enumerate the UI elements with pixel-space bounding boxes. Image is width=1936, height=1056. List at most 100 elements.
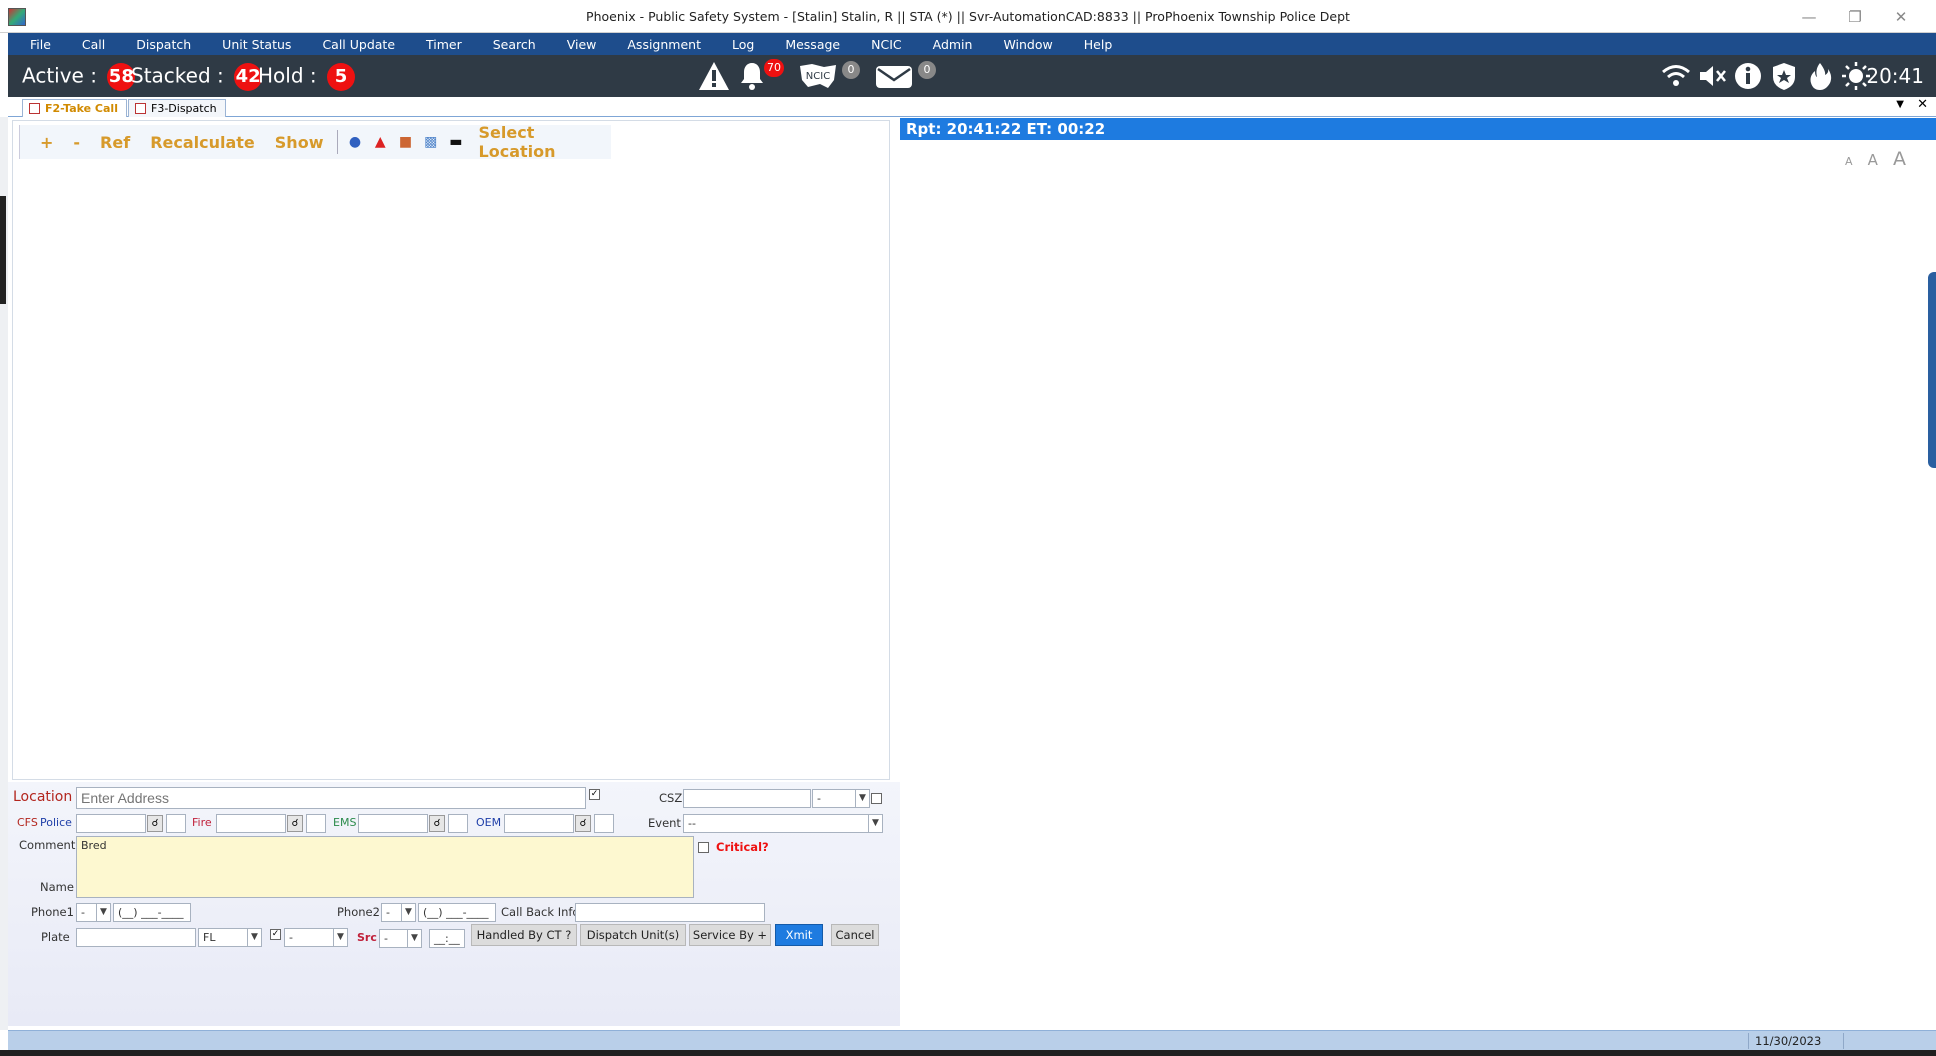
fire-hydrant-icon[interactable]: ▲ [372, 133, 389, 151]
critical-checkbox[interactable] [698, 842, 709, 853]
plate-checkbox[interactable]: ✓ [270, 929, 281, 940]
chevron-down-icon: ▼ [401, 904, 415, 921]
alert-triangle-icon[interactable] [698, 60, 730, 92]
stacked-label: Stacked : [131, 63, 224, 88]
event-select[interactable]: -- ▼ [683, 814, 883, 833]
car-icon[interactable]: ▬ [447, 133, 464, 151]
oem-search-icon[interactable]: ☌ [575, 815, 591, 832]
menu-window[interactable]: Window [1003, 37, 1052, 52]
messages-count-badge: 0 [918, 61, 936, 79]
police-cfs-input[interactable] [76, 814, 146, 833]
ncic-map-icon[interactable]: NCIC [798, 60, 838, 92]
ambulance-icon[interactable]: ▩ [422, 133, 439, 151]
comment-textarea[interactable]: Bred [76, 836, 694, 898]
phone2-prefix-select[interactable]: - ▼ [381, 903, 416, 922]
map-panel[interactable]: + - Ref Recalculate Show ● ▲ ■ ▩ ▬ Selec… [12, 120, 890, 780]
mute-icon[interactable] [1696, 60, 1728, 92]
tab-dispatch[interactable]: F3-Dispatch [128, 99, 226, 117]
plate-state-value: FL [203, 931, 216, 944]
menu-help[interactable]: Help [1084, 37, 1113, 52]
menu-view[interactable]: View [567, 37, 597, 52]
police-priority-input[interactable] [166, 814, 186, 833]
restore-button[interactable]: ❐ [1840, 6, 1870, 28]
show-button[interactable]: Show [275, 133, 324, 152]
service-by-button[interactable]: Service By + [689, 924, 771, 946]
menu-dispatch[interactable]: Dispatch [136, 37, 191, 52]
ems-priority-input[interactable] [448, 814, 468, 833]
zoom-in-button[interactable]: + [40, 133, 53, 152]
notifications-count-badge: 70 [764, 59, 784, 77]
menu-timer[interactable]: Timer [426, 37, 462, 52]
src-select[interactable]: - ▼ [379, 929, 422, 948]
tab-strip: F2-Take Call F3-Dispatch ▼ ✕ [8, 97, 1936, 117]
font-small-button[interactable]: A [1845, 155, 1853, 168]
phone2-input[interactable]: (__) ___-____ [418, 903, 496, 922]
menu-call-update[interactable]: Call Update [322, 37, 395, 52]
dispatch-units-button[interactable]: Dispatch Unit(s) [580, 924, 686, 946]
menu-search[interactable]: Search [493, 37, 536, 52]
bottom-status-bar: 11/30/2023 [8, 1030, 1936, 1050]
police-label: Police [40, 816, 72, 829]
cancel-button[interactable]: Cancel [831, 924, 879, 946]
tab-take-call[interactable]: F2-Take Call [22, 99, 127, 117]
time-input[interactable]: __:__ [429, 929, 465, 948]
plate-type-select[interactable]: - ▼ [284, 928, 348, 947]
font-medium-button[interactable]: A [1868, 151, 1878, 169]
ref-button[interactable]: Ref [100, 133, 130, 152]
phone1-prefix-value: - [81, 906, 85, 919]
location-verified-checkbox[interactable]: ✓ [589, 789, 600, 800]
event-label: Event [648, 816, 681, 830]
bell-icon[interactable] [736, 60, 768, 92]
csz-input[interactable] [683, 789, 811, 808]
os-taskbar [0, 1050, 1936, 1056]
menu-assignment[interactable]: Assignment [627, 37, 701, 52]
police-unit-icon[interactable]: ● [346, 133, 363, 151]
minimize-button[interactable]: — [1794, 6, 1824, 28]
oem-cfs-input[interactable] [504, 814, 574, 833]
stacked-counter[interactable]: Stacked : 42 [131, 63, 263, 91]
fire-icon[interactable] [1804, 60, 1836, 92]
menu-admin[interactable]: Admin [933, 37, 973, 52]
fire-cfs-input[interactable] [216, 814, 286, 833]
hold-counter[interactable]: Hold : 5 [258, 63, 355, 91]
zoom-out-button[interactable]: - [73, 133, 80, 152]
handled-by-ct-button[interactable]: Handled By CT ? [471, 924, 577, 946]
phone1-prefix-select[interactable]: - ▼ [76, 903, 111, 922]
active-counter[interactable]: Active : 58 [22, 63, 136, 91]
phone1-input[interactable]: (__) ___-____ [113, 903, 191, 922]
font-large-button[interactable]: A [1893, 148, 1906, 170]
menu-call[interactable]: Call [82, 37, 105, 52]
title-bar: Phoenix - Public Safety System - [Stalin… [0, 0, 1936, 33]
location-input[interactable] [76, 787, 586, 809]
fire-search-icon[interactable]: ☌ [287, 815, 303, 832]
menu-log[interactable]: Log [732, 37, 754, 52]
fire-truck-icon[interactable]: ■ [397, 133, 414, 151]
mail-icon[interactable] [874, 60, 914, 92]
recalculate-button[interactable]: Recalculate [150, 133, 255, 152]
menu-ncic[interactable]: NCIC [871, 37, 902, 52]
plate-state-select[interactable]: FL ▼ [198, 928, 262, 947]
oem-priority-input[interactable] [594, 814, 614, 833]
right-edge-handle[interactable] [1928, 272, 1936, 468]
wifi-icon[interactable] [1660, 60, 1692, 92]
csz-checkbox[interactable] [871, 793, 882, 804]
callback-input[interactable] [575, 903, 765, 922]
tab-menu-chevron-icon[interactable]: ▼ [1896, 99, 1904, 110]
menu-message[interactable]: Message [785, 37, 840, 52]
info-icon[interactable] [1732, 60, 1764, 92]
tab-close-icon[interactable]: ✕ [1917, 97, 1928, 112]
xmit-button[interactable]: Xmit [775, 924, 823, 946]
ems-cfs-input[interactable] [358, 814, 428, 833]
fire-priority-input[interactable] [306, 814, 326, 833]
menu-unit-status[interactable]: Unit Status [222, 37, 291, 52]
plate-input[interactable] [76, 928, 196, 947]
select-location-button[interactable]: Select Location [479, 123, 611, 161]
ems-search-icon[interactable]: ☌ [429, 815, 445, 832]
close-window-button[interactable]: ✕ [1886, 6, 1916, 28]
police-search-icon[interactable]: ☌ [147, 815, 163, 832]
menu-file[interactable]: File [30, 37, 51, 52]
csz-state-select[interactable]: - ▼ [812, 789, 870, 808]
police-badge-icon[interactable] [1768, 60, 1800, 92]
left-edge-handle[interactable] [0, 196, 6, 304]
plate-type-value: - [289, 931, 293, 944]
